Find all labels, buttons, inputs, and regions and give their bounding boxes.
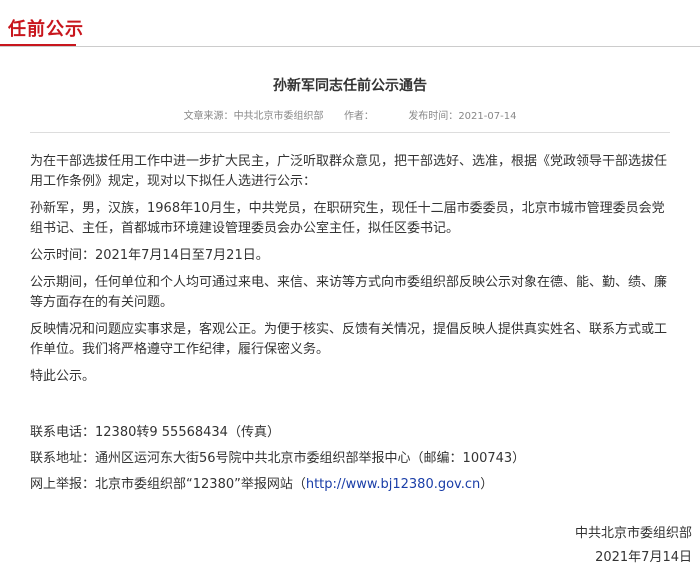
author-label: 作者： bbox=[343, 111, 374, 122]
paragraph-candidate: 孙新军，男，汉族，1968年10月生，中共党员，在职研究生，现任十二届市委委员，… bbox=[30, 201, 665, 236]
meta-divider bbox=[30, 132, 670, 133]
phone-label: 联系电话： bbox=[30, 425, 96, 440]
paragraph-requirements: 反映情况和问题应实事求是，客观公正。为便于核实、反馈有关情况，提倡反映人提供真实… bbox=[30, 322, 668, 357]
signoff-org: 中共北京市委组织部 bbox=[574, 526, 692, 541]
article-body: 为在干部选拔任用工作中进一步扩大民主，广泛听取群众意见，把干部选好、选准，根据《… bbox=[30, 152, 670, 394]
paragraph-feedback: 公示期间，任何单位和个人均可通过来电、来信、来访等方式向市委组织部反映公示对象在… bbox=[30, 275, 668, 310]
online-close: ） bbox=[480, 477, 494, 492]
contact-online: 网上举报：北京市委组织部“12380”举报网站（http://www.bj123… bbox=[30, 475, 670, 501]
paragraph-intro: 为在干部选拔任用工作中进一步扩大民主，广泛听取群众意见，把干部选好、选准，根据《… bbox=[30, 154, 668, 189]
signoff: 中共北京市委组织部 2021年7月14日 bbox=[575, 524, 692, 572]
source-label: 文章来源： bbox=[183, 111, 234, 122]
header-divider bbox=[0, 46, 700, 47]
online-label: 网上举报： bbox=[30, 477, 96, 492]
contact-phone: 联系电话：12380转9 55568434（传真） bbox=[30, 423, 670, 449]
article-title: 孙新军同志任前公示通告 bbox=[273, 78, 427, 94]
source-value: 中共北京市委组织部 bbox=[233, 111, 324, 122]
section-label[interactable]: 任前公示 bbox=[8, 20, 84, 40]
paragraph-period: 公示时间：2021年7月14日至7月21日。 bbox=[30, 248, 269, 263]
article-meta: 文章来源：中共北京市委组织部 作者： 发布时间：2021-07-14 bbox=[0, 110, 700, 124]
page-header: 任前公示 bbox=[0, 0, 700, 50]
signoff-date: 2021年7月14日 bbox=[595, 550, 692, 565]
phone-value: 12380转9 55568434（传真） bbox=[95, 425, 280, 440]
contact-info: 联系电话：12380转9 55568434（传真） 联系地址：通州区运河东大街5… bbox=[30, 423, 670, 501]
online-text: 北京市委组织部“12380”举报网站（ bbox=[95, 477, 306, 492]
paragraph-closing: 特此公示。 bbox=[30, 369, 96, 384]
date-label: 发布时间： bbox=[408, 111, 459, 122]
report-site-link[interactable]: http://www.bj12380.gov.cn bbox=[306, 477, 480, 492]
contact-address: 联系地址：通州区运河东大街56号院中共北京市委组织部举报中心（邮编：100743… bbox=[30, 449, 670, 475]
date-value: 2021-07-14 bbox=[458, 111, 517, 122]
address-label: 联系地址： bbox=[30, 451, 96, 466]
address-value: 通州区运河东大街56号院中共北京市委组织部举报中心（邮编：100743） bbox=[95, 451, 526, 466]
